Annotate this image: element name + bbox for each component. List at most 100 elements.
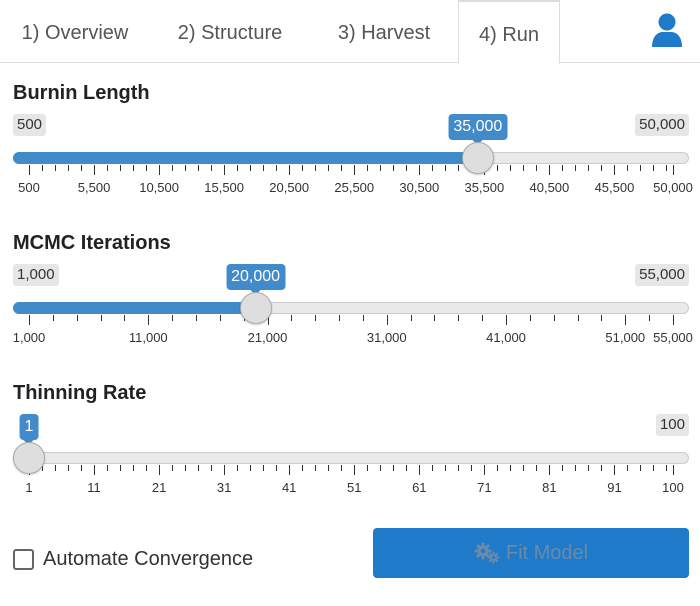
burnin-length-slider-handle[interactable] (461, 142, 494, 174)
slider-minor-tick (237, 165, 239, 171)
slider-tick-label: 31,000 (366, 330, 407, 345)
slider-value-label: 20,000 (226, 264, 286, 295)
slider-minor-tick (263, 465, 265, 471)
automate-convergence-checkbox-row[interactable]: Automate Convergence (13, 546, 253, 572)
slider-minor-tick (291, 315, 293, 321)
slider-minor-tick (302, 465, 304, 471)
thinning-rate-slider-handle[interactable] (13, 442, 45, 474)
slider-minor-tick (458, 315, 460, 321)
slider-minor-tick (458, 165, 460, 171)
slider-tick-label: 11,000 (128, 330, 168, 345)
burnin-length-label: Burnin Length (13, 82, 150, 104)
slider-minor-tick (219, 315, 221, 321)
slider-max-label: 55,000 (635, 264, 689, 286)
slider-major-tick (673, 465, 674, 475)
slider-minor-tick (198, 165, 200, 171)
slider-major-tick (94, 465, 96, 475)
slider-minor-tick (81, 165, 83, 171)
slider-minor-tick (666, 465, 668, 471)
gears-icon (474, 542, 500, 564)
slider-major-tick (484, 465, 486, 475)
slider-minor-tick (68, 465, 70, 471)
slider-minor-tick (367, 465, 369, 471)
user-icon[interactable] (651, 13, 683, 47)
fit-model-button[interactable]: Fit Model (373, 528, 689, 578)
tab-harvest[interactable]: 3) Harvest (310, 0, 458, 63)
tab-run[interactable]: 4) Run (458, 0, 560, 64)
slider-minor-tick (42, 165, 43, 171)
slider-minor-tick (562, 165, 564, 171)
tab-overview[interactable]: 1) Overview (0, 0, 150, 63)
slider-minor-tick (263, 165, 265, 171)
slider-minor-tick (432, 165, 434, 171)
tab-structure[interactable]: 2) Structure (150, 0, 310, 63)
slider-minor-tick (601, 165, 603, 171)
slider-minor-tick (76, 315, 78, 321)
slider-minor-tick (315, 165, 317, 171)
slider-tick-label: 30,500 (399, 180, 440, 195)
slider-major-tick (159, 465, 161, 475)
slider-major-tick (354, 165, 356, 175)
mcmc-iterations-slider-handle[interactable] (239, 292, 272, 324)
slider-tick-label: 1,000 (12, 330, 46, 345)
slider-minor-tick (482, 315, 484, 321)
slider-minor-tick (432, 465, 434, 471)
slider-minor-tick (328, 165, 330, 171)
slider-value-label: 1 (19, 414, 39, 445)
slider-minor-tick (250, 465, 252, 471)
slider-minor-tick (302, 165, 304, 171)
mcmc-iterations-label: MCMC Iterations (13, 232, 171, 254)
thinning-rate-slider-group: Thinning Rate 100 1 1 11 21 31 41 51 61 71 81 91 1… (0, 382, 700, 532)
slider-tick-label: 50,000 (653, 180, 693, 195)
slider-major-tick (94, 165, 96, 175)
slider-minor-tick (393, 165, 395, 171)
slider-major-tick (148, 315, 150, 325)
slider-minor-tick (185, 465, 187, 471)
burnin-length-slider-group: Burnin Length 500 50,000 35,000 500 5,500… (0, 82, 700, 232)
slider-minor-tick (107, 165, 109, 171)
slider-minor-tick (315, 465, 317, 471)
slider-fill-bar (13, 302, 256, 314)
slider-major-tick (419, 165, 421, 175)
slider-value-label: 35,000 (448, 114, 508, 145)
slider-minor-tick (588, 165, 590, 171)
slider-tick-label: 31 (216, 480, 232, 495)
slider-minor-tick (653, 165, 655, 171)
slider-minor-tick (497, 465, 499, 471)
slider-minor-tick (367, 165, 369, 171)
mcmc-iterations-slider-group: MCMC Iterations 1,000 55,000 20,000 1,00… (0, 232, 700, 382)
thinning-rate-slider-track[interactable] (13, 452, 689, 464)
slider-tick-label: 10,500 (139, 180, 179, 195)
slider-minor-tick (250, 165, 252, 171)
slider-minor-tick (562, 465, 564, 471)
slider-tick-label: 61 (412, 480, 427, 495)
slider-tick-label: 81 (542, 480, 557, 495)
fit-model-label: Fit Model (505, 541, 589, 564)
slider-min-label: 1,000 (13, 264, 59, 286)
slider-minor-tick (666, 165, 668, 171)
slider-minor-tick (510, 165, 512, 171)
slider-minor-tick (276, 165, 278, 171)
slider-minor-tick (640, 465, 642, 471)
automate-convergence-checkbox[interactable] (13, 548, 34, 570)
slider-minor-tick (120, 465, 122, 471)
slider-minor-tick (393, 465, 395, 471)
slider-tick-label: 100 (662, 480, 684, 495)
slider-tick-label: 5,500 (77, 180, 111, 195)
slider-minor-tick (55, 165, 57, 171)
slider-minor-tick (133, 165, 135, 171)
slider-minor-tick (107, 465, 109, 471)
slider-minor-tick (649, 315, 651, 321)
slider-tick-label: 40,500 (529, 180, 570, 195)
slider-minor-tick (185, 165, 187, 171)
slider-major-tick (419, 465, 421, 475)
slider-major-tick (614, 165, 616, 175)
slider-minor-tick (458, 465, 460, 471)
slider-minor-tick (211, 165, 213, 171)
slider-major-tick (386, 315, 388, 325)
slider-minor-tick (315, 315, 317, 321)
slider-major-tick (159, 165, 161, 175)
slider-major-tick (289, 165, 291, 175)
slider-tick-label: 51 (347, 480, 362, 495)
slider-minor-tick (124, 315, 126, 321)
